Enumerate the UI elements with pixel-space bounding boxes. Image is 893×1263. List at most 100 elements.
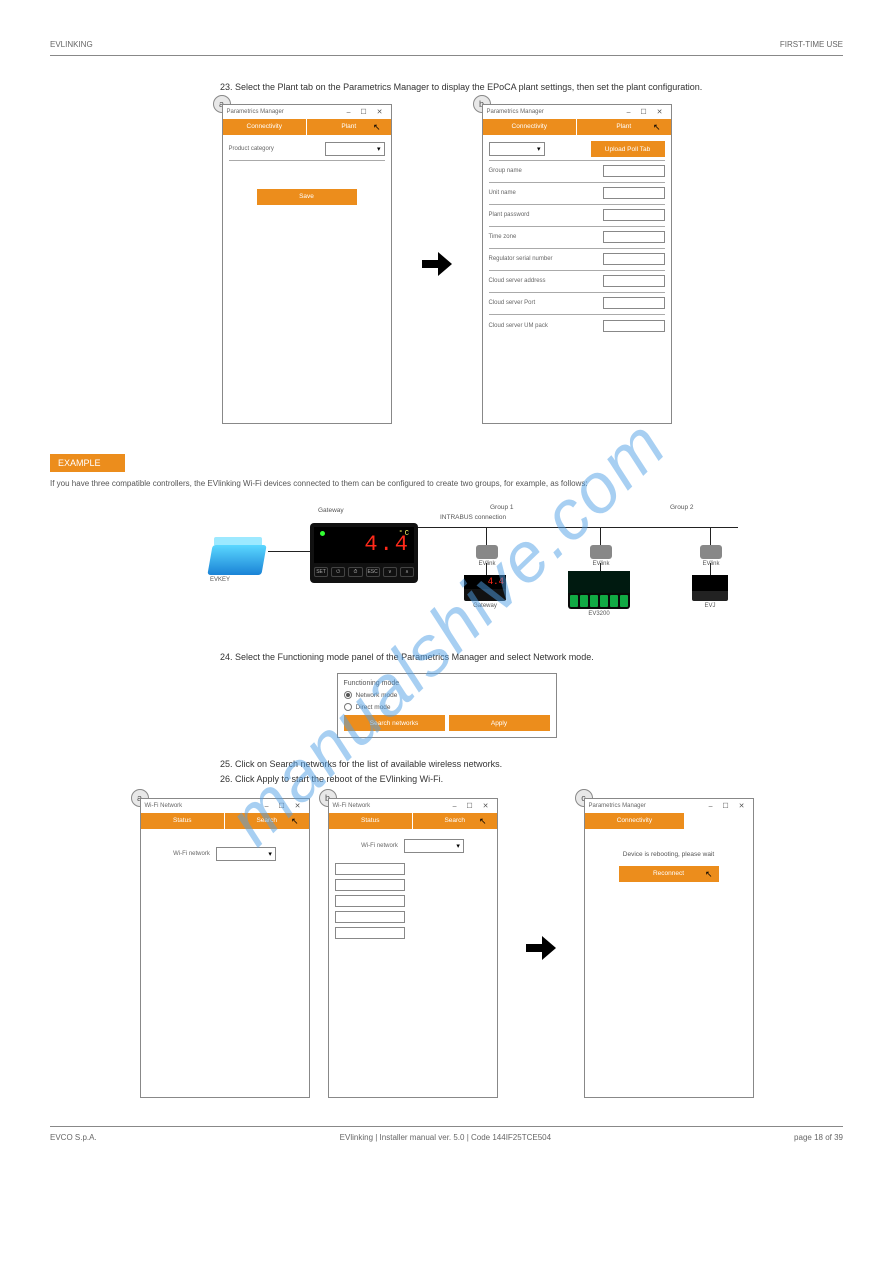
wifi-dropdown-b[interactable] <box>404 839 464 853</box>
evlink-node-1: EVlink <box>472 545 502 567</box>
footer-right: page 18 of 39 <box>794 1133 843 1142</box>
input-f1[interactable] <box>603 187 665 199</box>
step23-text: 23. Select the Plant tab on the Parametr… <box>220 81 780 94</box>
topology-diagram: EVKEY 4.4 °C SET ⏻ ⏱ ESC ∨ ∧ Gateway INT… <box>210 501 770 631</box>
gw-btn-0: SET <box>314 567 328 577</box>
window-controls-b[interactable]: – ☐ ✕ <box>627 108 667 116</box>
cursor-icon-s2: ↖ <box>479 816 487 827</box>
reconnect-button[interactable]: Reconnect ↖ <box>619 866 719 882</box>
rule-top <box>50 55 843 56</box>
step24-text: 24. Select the Functioning mode panel of… <box>220 651 780 664</box>
tab-search-b[interactable]: Search↖ <box>413 813 497 829</box>
ev3200-node: EV3200 <box>568 571 630 617</box>
lbl-f3: Time zone <box>489 234 517 240</box>
gw-btn-4: ∨ <box>383 567 397 577</box>
input-f3[interactable] <box>603 231 665 243</box>
lbl-f0: Group name <box>489 168 522 174</box>
evkey-label: EVKEY <box>210 577 270 583</box>
apply-button[interactable]: Apply <box>449 715 550 731</box>
example-badge: EXAMPLE <box>50 454 125 472</box>
lbl-f6: Cloud server Port <box>489 300 536 306</box>
tab-connectivity-c[interactable]: Connectivity <box>585 813 686 829</box>
radio-direct-mode[interactable]: Direct mode <box>344 703 550 711</box>
input-f5[interactable] <box>603 275 665 287</box>
header-left: EVLINKING <box>50 40 93 49</box>
input-f7[interactable] <box>603 320 665 332</box>
intrabus-label: INTRABUS connection <box>440 514 506 521</box>
group1-label: Group 1 <box>490 504 514 511</box>
tab-status-a[interactable]: Status <box>141 813 226 829</box>
lbl-f4: Regulator serial number <box>489 256 553 262</box>
tab-status-b[interactable]: Status <box>329 813 414 829</box>
scan-result-4[interactable] <box>335 911 405 923</box>
lbl-f1: Unit name <box>489 190 516 196</box>
wifi-ctrls-b[interactable]: – ☐ ✕ <box>453 802 493 810</box>
gateway-label: Gateway <box>318 507 344 514</box>
window-title-b: Parametrics Manager <box>487 109 544 115</box>
cursor-icon: ↖ <box>373 122 381 133</box>
wifi-title-b: Wi-Fi Network <box>333 803 371 809</box>
wifi-window-b: Wi-Fi Network – ☐ ✕ Status Search↖ Wi-Fi… <box>328 798 498 1098</box>
gateway-unit: °C <box>399 530 411 538</box>
rule-bottom <box>50 1126 843 1127</box>
arrow-right-icon-2 <box>526 936 556 960</box>
scan-result-3[interactable] <box>335 895 405 907</box>
input-f2[interactable] <box>603 209 665 221</box>
wifi-label-a: Wi-Fi network <box>173 851 210 857</box>
search-networks-button[interactable]: Search networks <box>344 715 445 731</box>
evkey-icon: EVKEY <box>210 537 270 583</box>
lbl-f7: Cloud server UM pack <box>489 323 548 329</box>
gateway-device: 4.4 °C SET ⏻ ⏱ ESC ∨ ∧ <box>310 523 418 583</box>
gw-btn-3: ESC <box>366 567 380 577</box>
footer-left: EVCO S.p.A. <box>50 1133 97 1142</box>
param-manager-window-b: Parametrics Manager – ☐ ✕ Connectivity P… <box>482 104 672 424</box>
cursor-icon-b: ↖ <box>653 122 661 133</box>
product-category-dropdown-b[interactable] <box>489 142 545 156</box>
save-button-a[interactable]: Save <box>257 189 357 205</box>
step25-text: 25. Click on Search networks for the lis… <box>220 758 780 771</box>
input-f4[interactable] <box>603 253 665 265</box>
wifi-label-b: Wi-Fi network <box>361 843 398 849</box>
gateway-screen: 4.4 °C <box>314 527 414 563</box>
tab-connectivity-b[interactable]: Connectivity <box>483 119 578 135</box>
radio-network-mode[interactable]: Network mode <box>344 691 550 699</box>
scan-result-1[interactable] <box>335 863 405 875</box>
tab-plant-b[interactable]: Plant↖ <box>577 119 671 135</box>
gw-btn-1: ⏻ <box>331 567 345 577</box>
param-manager-window-a: Parametrics Manager – ☐ ✕ Connectivity P… <box>222 104 392 424</box>
tab-plant-a[interactable]: Plant↖ <box>307 119 391 135</box>
cursor-icon-rc: ↖ <box>705 869 713 880</box>
mode-panel-label: Functioning mode <box>344 680 550 687</box>
tab-search-a[interactable]: Search↖ <box>225 813 309 829</box>
lbl-f2: Plant password <box>489 212 530 218</box>
scan-result-2[interactable] <box>335 879 405 891</box>
wifi-title-a: Wi-Fi Network <box>145 803 183 809</box>
footer-center: EVlinking | Installer manual ver. 5.0 | … <box>340 1133 551 1142</box>
reboot-window: Parametrics Manager – ☐ ✕ Connectivity D… <box>584 798 754 1098</box>
evlink-node-2: EVlink <box>586 545 616 567</box>
reboot-ctrls[interactable]: – ☐ ✕ <box>709 802 749 810</box>
arrow-right-icon-1 <box>422 252 452 276</box>
scan-result-5[interactable] <box>335 927 405 939</box>
wifi-dropdown-a[interactable] <box>216 847 276 861</box>
wifi-window-a: Wi-Fi Network – ☐ ✕ Status Search↖ Wi-Fi… <box>140 798 310 1098</box>
step26-text: 26. Click Apply to start the reboot of t… <box>220 773 780 786</box>
reboot-title: Parametrics Manager <box>589 803 646 809</box>
evlink-node-3: EVlink <box>696 545 726 567</box>
group2-label: Group 2 <box>670 504 694 511</box>
input-f0[interactable] <box>603 165 665 177</box>
upload-poll-button[interactable]: Upload Poll Tab <box>591 141 665 157</box>
window-controls[interactable]: – ☐ ✕ <box>347 108 387 116</box>
input-f6[interactable] <box>603 297 665 309</box>
power-led-icon <box>320 531 325 536</box>
gw-btn-5: ∧ <box>400 567 414 577</box>
window-title-a: Parametrics Manager <box>227 109 284 115</box>
cursor-icon-s: ↖ <box>291 816 299 827</box>
example-text: If you have three compatible controllers… <box>50 478 810 489</box>
wifi-ctrls-a[interactable]: – ☐ ✕ <box>265 802 305 810</box>
evj-node: EVJ <box>692 575 728 609</box>
reboot-message: Device is rebooting, please wait <box>591 851 747 858</box>
functioning-mode-panel: Functioning mode Network mode Direct mod… <box>337 673 557 738</box>
tab-connectivity[interactable]: Connectivity <box>223 119 308 135</box>
product-category-dropdown-a[interactable] <box>325 142 385 156</box>
